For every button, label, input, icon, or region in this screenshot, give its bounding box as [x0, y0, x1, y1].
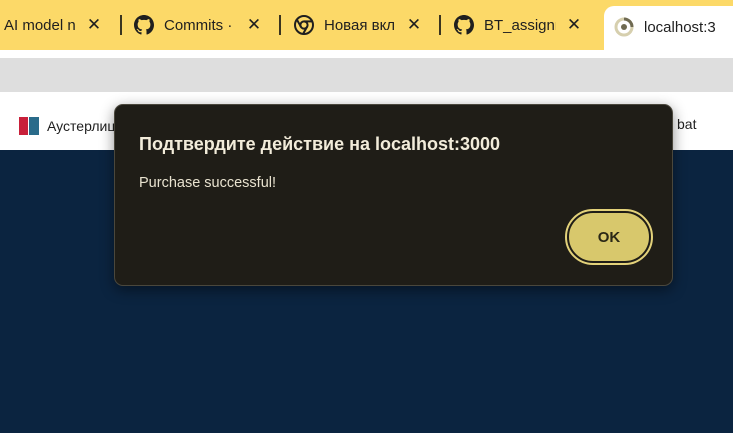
tab-commits[interactable]: Commits · ✕ [134, 6, 266, 44]
close-icon[interactable]: ✕ [564, 15, 584, 35]
tab-separator [279, 15, 281, 35]
bookmark-label: Аустерлиц [47, 118, 116, 134]
github-icon [454, 15, 474, 35]
close-icon[interactable]: ✕ [244, 15, 264, 35]
tab-title: Commits · [164, 16, 233, 34]
close-icon[interactable]: ✕ [404, 15, 424, 35]
tab-title: AI model n [4, 16, 76, 34]
bookmark-flag-icon [19, 117, 39, 135]
tab-separator [120, 15, 122, 35]
tab-localhost-active[interactable]: localhost:3 [604, 6, 733, 52]
tab-title: Новая вкл [324, 16, 396, 34]
loading-icon [614, 17, 634, 37]
bookmark-item[interactable]: bat [677, 116, 696, 132]
dialog-message: Purchase successful! [139, 175, 277, 191]
ok-button[interactable]: OK [565, 209, 653, 265]
dialog-title: Подтвердите действие на localhost:3000 [139, 134, 501, 154]
tab-ai-model[interactable]: AI model n ✕ [4, 6, 106, 44]
bookmark-item[interactable]: Аустерлиц [19, 116, 115, 136]
tab-new-tab[interactable]: Новая вкл ✕ [294, 6, 426, 44]
close-icon[interactable]: ✕ [84, 15, 104, 35]
tab-title: localhost:3 [644, 18, 716, 36]
address-bar[interactable] [0, 58, 733, 92]
tab-separator [439, 15, 441, 35]
tab-bt-assignment[interactable]: BT_assignm ✕ [454, 6, 586, 44]
tab-strip: AI model n ✕ Commits · ✕ Новая вкл ✕ BT_… [0, 0, 733, 52]
chrome-icon [294, 15, 314, 35]
toolbar [0, 50, 733, 100]
github-icon [134, 15, 154, 35]
tab-title: BT_assignm [484, 16, 556, 34]
bookmark-label: bat [677, 116, 697, 132]
tab-content: localhost:3 [614, 8, 733, 46]
alert-dialog: Подтвердите действие на localhost:3000 P… [114, 104, 673, 286]
